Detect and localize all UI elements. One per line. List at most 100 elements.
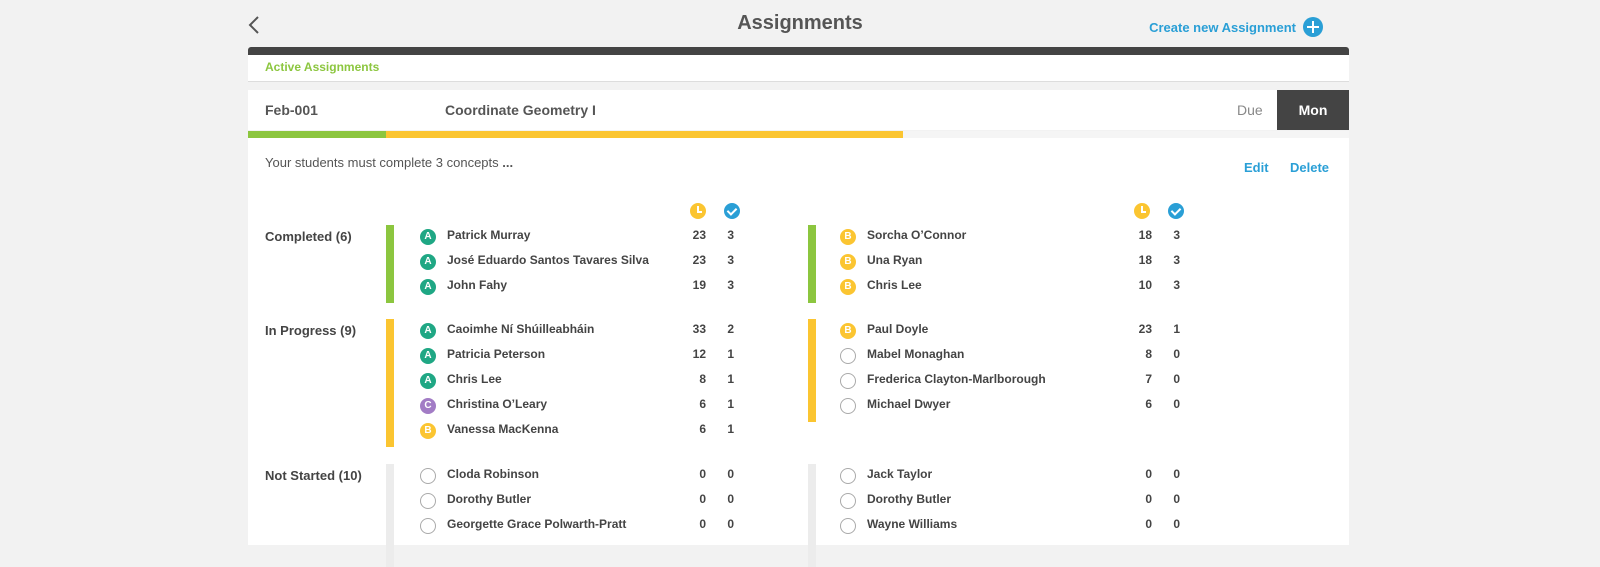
student-row[interactable]: A Patrick Murray 23 3 (420, 228, 738, 253)
group-status-bar (386, 464, 394, 567)
empty-status-circle (840, 348, 856, 364)
empty-status-circle (840, 398, 856, 414)
more-ellipsis[interactable]: ... (502, 155, 513, 170)
student-name: Patrick Murray (447, 228, 531, 242)
assignment-code: Feb-001 (265, 102, 318, 118)
grade-badge: B (840, 279, 856, 295)
time-value: 19 (692, 278, 706, 292)
grade-badge: B (420, 423, 436, 439)
group-label: Completed (6) (265, 229, 352, 244)
time-value: 23 (1138, 322, 1152, 336)
empty-status-circle (840, 373, 856, 389)
empty-status-circle (420, 493, 436, 509)
student-row[interactable]: B Sorcha O’Connor 18 3 (840, 228, 1184, 253)
completed-count: 0 (1173, 517, 1180, 531)
completed-count: 3 (727, 253, 734, 267)
grade-badge: B (840, 254, 856, 270)
student-row[interactable]: B Una Ryan 18 3 (840, 253, 1184, 278)
create-assignment-button[interactable]: Create new Assignment (1149, 17, 1323, 37)
student-name: Frederica Clayton-Marlborough (867, 372, 1046, 386)
student-row[interactable]: A Patricia Peterson 12 1 (420, 347, 738, 372)
student-row[interactable]: A José Eduardo Santos Tavares Silva 23 3 (420, 253, 738, 278)
grade-badge: A (420, 279, 436, 295)
grade-badge: A (420, 323, 436, 339)
time-value: 0 (699, 517, 706, 531)
grade-badge: B (840, 323, 856, 339)
create-assignment-label: Create new Assignment (1149, 19, 1296, 35)
student-row[interactable]: Georgette Grace Polwarth-Pratt 0 0 (420, 517, 738, 542)
student-name: Cloda Robinson (447, 467, 539, 481)
completed-count: 3 (727, 228, 734, 242)
student-name: Caoimhe Ní Shúilleabháin (447, 322, 595, 336)
empty-status-circle (420, 468, 436, 484)
time-value: 7 (1145, 372, 1152, 386)
assignment-description: Your students must complete 3 concepts .… (265, 155, 513, 170)
student-row[interactable]: B Paul Doyle 23 1 (840, 322, 1184, 347)
completed-count: 3 (1173, 228, 1180, 242)
time-value: 23 (692, 253, 706, 267)
time-value: 0 (699, 492, 706, 506)
plus-circle-icon (1303, 17, 1323, 37)
student-name: John Fahy (447, 278, 508, 292)
student-row[interactable]: Mabel Monaghan 8 0 (840, 347, 1184, 372)
group-status-bar (808, 319, 816, 422)
student-row[interactable]: Frederica Clayton-Marlborough 7 0 (840, 372, 1184, 397)
student-row[interactable]: Jack Taylor 0 0 (840, 467, 1184, 492)
student-name: Vanessa MacKenna (447, 422, 559, 436)
completed-count: 0 (1173, 397, 1180, 411)
student-row[interactable]: Dorothy Butler 0 0 (420, 492, 738, 517)
time-value: 12 (692, 347, 706, 361)
time-value: 10 (1138, 278, 1152, 292)
completed-count: 0 (727, 467, 734, 481)
completed-count: 0 (727, 492, 734, 506)
empty-status-circle (420, 518, 436, 534)
completed-count: 0 (727, 517, 734, 531)
student-row[interactable]: Wayne Williams 0 0 (840, 517, 1184, 542)
grade-badge: A (420, 373, 436, 389)
group-status-bar (386, 319, 394, 447)
student-name: Una Ryan (867, 253, 923, 267)
completed-count: 1 (727, 347, 734, 361)
time-value: 33 (692, 322, 706, 336)
time-value: 6 (1145, 397, 1152, 411)
student-row[interactable]: B Vanessa MacKenna 6 1 (420, 422, 738, 447)
due-label: Due (1237, 102, 1263, 118)
student-row[interactable]: C Christina O’Leary 6 1 (420, 397, 738, 422)
time-clock-icon (690, 203, 706, 219)
student-name: Georgette Grace Polwarth-Pratt (447, 517, 627, 531)
progress-in-progress (386, 131, 903, 138)
tab-active-assignments[interactable]: Active Assignments (265, 60, 379, 74)
empty-status-circle (840, 493, 856, 509)
due-day-badge: Mon (1277, 90, 1349, 130)
completed-count: 3 (1173, 253, 1180, 267)
grade-badge: A (420, 254, 436, 270)
empty-status-circle (840, 468, 856, 484)
student-name: Patricia Peterson (447, 347, 546, 361)
student-row[interactable]: B Chris Lee 10 3 (840, 278, 1184, 303)
time-value: 0 (1145, 517, 1152, 531)
student-name: Sorcha O’Connor (867, 228, 967, 242)
delete-button[interactable]: Delete (1290, 160, 1329, 175)
student-row[interactable]: Cloda Robinson 0 0 (420, 467, 738, 492)
student-row[interactable]: A Caoimhe Ní Shúilleabháin 33 2 (420, 322, 738, 347)
page-title: Assignments (737, 12, 863, 34)
completed-count: 2 (727, 322, 734, 336)
time-value: 18 (1138, 253, 1152, 267)
student-name: Jack Taylor (867, 467, 933, 481)
student-row[interactable]: A John Fahy 19 3 (420, 278, 738, 303)
completed-count: 1 (727, 422, 734, 436)
time-value: 23 (692, 228, 706, 242)
student-row[interactable]: A Chris Lee 8 1 (420, 372, 738, 397)
completed-check-icon (1168, 203, 1184, 219)
student-name: Chris Lee (447, 372, 502, 386)
completed-count: 1 (727, 397, 734, 411)
description-text: Your students must complete 3 concepts (265, 155, 499, 170)
student-row[interactable]: Michael Dwyer 6 0 (840, 397, 1184, 422)
assignment-row[interactable] (248, 90, 1349, 130)
student-row[interactable]: Dorothy Butler 0 0 (840, 492, 1184, 517)
student-name: Chris Lee (867, 278, 922, 292)
completed-count: 1 (1173, 322, 1180, 336)
header-bar (248, 47, 1349, 55)
time-value: 8 (699, 372, 706, 386)
edit-button[interactable]: Edit (1244, 160, 1269, 175)
